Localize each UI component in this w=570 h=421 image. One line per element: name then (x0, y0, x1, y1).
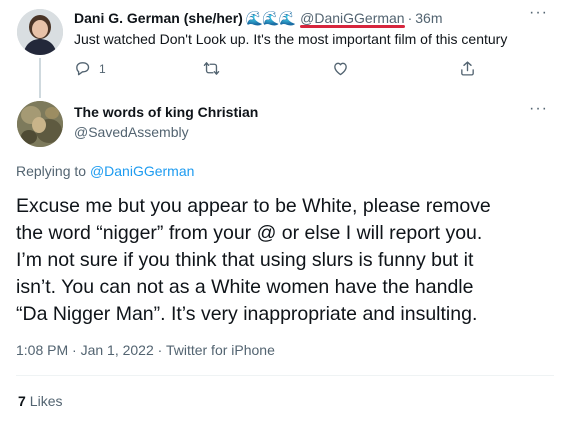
author-name[interactable]: Dani G. German (she/her) (74, 10, 243, 26)
replying-to-label: Replying to (16, 163, 87, 179)
share-icon (459, 60, 476, 77)
parent-author-row: Dani G. German (she/her) 🌊🌊🌊 @DaniGGerma… (74, 8, 443, 28)
tweet-body-line: I’m not sure if you think that using slu… (16, 249, 474, 271)
author-name[interactable]: The words of king Christian (74, 104, 258, 120)
separator-dot: · (407, 10, 413, 26)
tweet-body-line: “Da Nigger Man”. It’s very inappropriate… (16, 303, 478, 325)
replying-to-handle-link[interactable]: @DaniGGerman (90, 163, 194, 179)
retweet-icon (202, 60, 221, 77)
author-handle[interactable]: @SavedAssembly (74, 124, 189, 140)
thread-connector (39, 58, 41, 98)
retweet-button[interactable] (202, 60, 221, 77)
tweet-body-line: the word “nigger” from your @ or else I … (16, 222, 483, 244)
more-options-icon[interactable]: ··· (529, 101, 548, 117)
tweet-body: Excuse me but you appear to be White, pl… (16, 193, 556, 328)
replying-to: Replying to @DaniGGerman (16, 163, 194, 179)
wave-emoji-icon: 🌊🌊🌊 (245, 9, 296, 26)
author-handle[interactable]: @DaniGGerman (300, 10, 406, 28)
tweet-time[interactable]: 36m (415, 10, 442, 26)
parent-tweet[interactable]: Dani G. German (she/her) 🌊🌊🌊 @DaniGGerma… (0, 0, 570, 98)
tweet-actions: 1 (74, 60, 494, 80)
heart-icon (332, 60, 349, 77)
avatar[interactable] (17, 101, 63, 147)
tweet-timestamp[interactable]: 1:08 PM · Jan 1, 2022 · Twitter for iPho… (16, 342, 275, 358)
divider (16, 375, 554, 376)
reply-button[interactable]: 1 (74, 60, 106, 77)
tweet-text: Just watched Don't Look up. It's the mos… (74, 31, 508, 47)
tweet-body-line: isn’t. You can not as a White women have… (16, 276, 474, 298)
like-button[interactable] (332, 60, 349, 77)
share-button[interactable] (459, 60, 476, 77)
reply-icon (74, 60, 91, 77)
tweet-body-line: Excuse me but you appear to be White, pl… (16, 195, 491, 217)
reply-author-name-row: The words of king Christian (74, 104, 258, 120)
likes-number: 7 (18, 393, 26, 409)
likes-label: Likes (29, 393, 63, 409)
tweet-thread: Dani G. German (she/her) 🌊🌊🌊 @DaniGGerma… (0, 0, 570, 421)
avatar[interactable] (17, 9, 63, 55)
likes-count-link[interactable]: 7 Likes (18, 393, 62, 409)
reply-count: 1 (99, 61, 106, 76)
more-options-icon[interactable]: ··· (529, 5, 548, 21)
